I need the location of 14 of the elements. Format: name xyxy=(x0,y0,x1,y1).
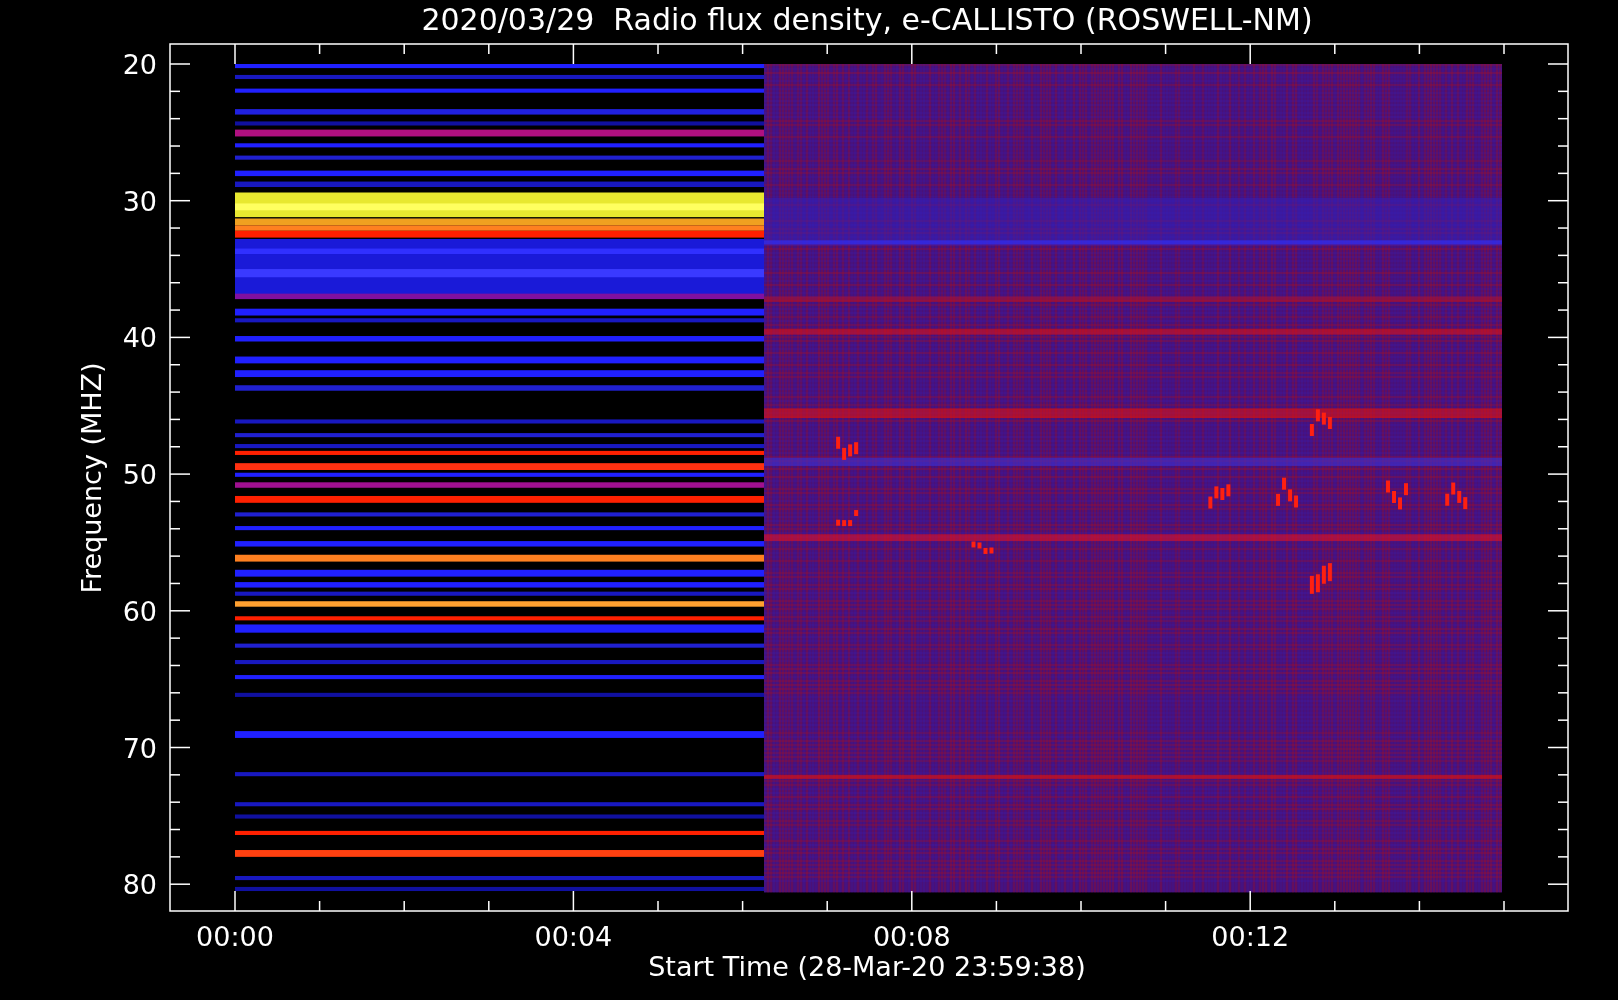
axis-title: Start Time (28-Mar-20 23:59:38) xyxy=(648,951,1086,982)
axis-tick-label: 70 xyxy=(122,732,157,764)
axis-tick-label: 80 xyxy=(122,869,157,901)
axis-tick-label: 00:08 xyxy=(872,921,951,952)
axis-title: Frequency (MHZ) xyxy=(76,362,107,594)
axis-tick-label: 20 xyxy=(122,49,157,80)
chart-title: 2020/03/29 Radio flux density, e-CALLISTO (ROSWELL-NM) xyxy=(421,2,1313,37)
axis-tick-label: 00:00 xyxy=(196,921,274,952)
axis-tick-label: 50 xyxy=(122,459,157,491)
axis-tick-label: 00:12 xyxy=(1211,921,1290,952)
axis-tick-label: 30 xyxy=(122,185,157,217)
axis-tick-label: 00:04 xyxy=(534,921,613,952)
axis-tick-label: 40 xyxy=(122,322,157,354)
axis-tick-label: 60 xyxy=(122,595,157,627)
